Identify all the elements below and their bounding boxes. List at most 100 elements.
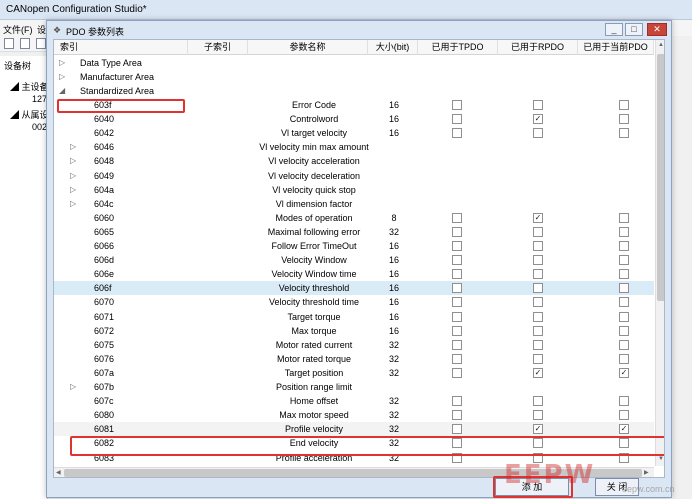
rpdo-checkbox[interactable] bbox=[533, 226, 543, 237]
tpdo-checkbox[interactable] bbox=[452, 212, 462, 223]
tpdo-checkbox[interactable] bbox=[452, 297, 462, 308]
rpdo-checkbox[interactable] bbox=[533, 283, 543, 294]
table-row[interactable]: 6076 Motor rated torque 32 bbox=[54, 352, 654, 366]
tpdo-checkbox[interactable] bbox=[452, 241, 462, 251]
table-row[interactable]: 6071 Target torque 16 bbox=[54, 310, 654, 324]
column-header-index[interactable]: 索引 bbox=[54, 40, 188, 55]
table-row[interactable]: ▷ 604a Vl velocity quick stop bbox=[54, 183, 654, 197]
tpdo-checkbox[interactable] bbox=[452, 438, 462, 449]
column-header-size[interactable]: 大小(bit) bbox=[368, 40, 418, 55]
expand-arrow-icon[interactable]: ▷ bbox=[59, 56, 65, 70]
open-folder-icon[interactable] bbox=[20, 38, 30, 49]
rpdo-checkbox[interactable] bbox=[533, 255, 543, 266]
expand-arrow-icon[interactable]: ▷ bbox=[59, 70, 65, 84]
current-pdo-checkbox[interactable] bbox=[619, 114, 629, 125]
column-header-subindex[interactable]: 子索引 bbox=[188, 40, 248, 55]
tpdo-checkbox[interactable] bbox=[452, 283, 462, 294]
scroll-down-arrow-icon[interactable]: ▼ bbox=[658, 456, 664, 462]
tpdo-checkbox[interactable] bbox=[452, 396, 462, 407]
rpdo-checkbox[interactable]: ✓ bbox=[533, 114, 543, 125]
column-header-current-pdo[interactable]: 已用于当前PDO bbox=[578, 40, 654, 55]
collapse-arrow-icon[interactable]: ◢ bbox=[59, 84, 65, 98]
vertical-scroll-thumb[interactable] bbox=[657, 54, 664, 301]
expand-arrow-icon[interactable]: ▷ bbox=[70, 183, 76, 197]
current-pdo-checkbox[interactable] bbox=[619, 255, 629, 266]
table-row[interactable]: ▷ 604c Vl dimension factor bbox=[54, 197, 654, 211]
table-row[interactable]: 6060 Modes of operation 8 ✓ bbox=[54, 211, 654, 225]
table-row[interactable]: 6080 Max motor speed 32 bbox=[54, 408, 654, 422]
current-pdo-checkbox[interactable] bbox=[619, 241, 629, 251]
close-window-button[interactable]: ✕ bbox=[647, 23, 667, 36]
rpdo-checkbox[interactable] bbox=[533, 128, 543, 139]
rpdo-checkbox[interactable] bbox=[533, 241, 543, 251]
menu-settings[interactable]: 设 bbox=[37, 23, 46, 36]
tpdo-checkbox[interactable] bbox=[452, 424, 462, 435]
table-row[interactable]: 6040 Controlword 16 ✓ bbox=[54, 112, 654, 126]
horizontal-scroll-thumb[interactable] bbox=[64, 469, 642, 477]
current-pdo-checkbox[interactable]: ✓ bbox=[619, 424, 629, 435]
table-row[interactable]: 607a Target position 32 ✓ ✓ bbox=[54, 366, 654, 380]
scroll-up-arrow-icon[interactable]: ▲ bbox=[658, 42, 664, 48]
rpdo-checkbox[interactable] bbox=[533, 269, 543, 280]
group-row-data-type[interactable]: ▷ Data Type Area bbox=[54, 56, 654, 70]
table-row[interactable]: ▷ 6048 Vl velocity acceleration bbox=[54, 154, 654, 168]
tpdo-checkbox[interactable] bbox=[452, 353, 462, 364]
tpdo-checkbox[interactable] bbox=[452, 255, 462, 266]
rpdo-checkbox[interactable] bbox=[533, 353, 543, 364]
rpdo-checkbox[interactable] bbox=[533, 100, 543, 110]
table-row[interactable]: 6042 Vl target velocity 16 bbox=[54, 126, 654, 140]
rpdo-checkbox[interactable] bbox=[533, 311, 543, 322]
current-pdo-checkbox[interactable] bbox=[619, 100, 629, 110]
column-header-tpdo[interactable]: 已用于TPDO bbox=[418, 40, 498, 55]
current-pdo-checkbox[interactable] bbox=[619, 353, 629, 364]
horizontal-scrollbar[interactable]: ◀ ▶ bbox=[54, 467, 654, 477]
current-pdo-checkbox[interactable] bbox=[619, 325, 629, 336]
column-header-name[interactable]: 参数名称 bbox=[248, 40, 368, 55]
current-pdo-checkbox[interactable] bbox=[619, 311, 629, 322]
table-row[interactable]: 606e Velocity Window time 16 bbox=[54, 267, 654, 281]
current-pdo-checkbox[interactable]: ✓ bbox=[619, 367, 629, 378]
current-pdo-checkbox[interactable] bbox=[619, 212, 629, 223]
table-row[interactable]: 6065 Maximal following error 32 bbox=[54, 225, 654, 239]
current-pdo-checkbox[interactable] bbox=[619, 128, 629, 139]
tree-item-master[interactable]: ◢ 主设备 bbox=[10, 80, 49, 93]
tree-item-slave-child[interactable]: 002 bbox=[32, 122, 47, 132]
maximize-button[interactable]: □ bbox=[625, 23, 643, 36]
new-file-icon[interactable] bbox=[4, 38, 14, 49]
add-button[interactable]: 添 加 bbox=[495, 478, 569, 496]
save-icon[interactable] bbox=[36, 38, 46, 49]
rpdo-checkbox[interactable] bbox=[533, 297, 543, 308]
expand-arrow-icon[interactable]: ▷ bbox=[70, 154, 76, 168]
table-row[interactable]: ▷ 6049 Vl velocity deceleration bbox=[54, 169, 654, 183]
tree-item-master-child[interactable]: 127 bbox=[32, 94, 47, 104]
menu-file[interactable]: 文件(F) bbox=[3, 23, 33, 36]
table-row[interactable]: 607c Home offset 32 bbox=[54, 394, 654, 408]
group-row-standardized[interactable]: ◢ Standardized Area bbox=[54, 84, 654, 98]
tpdo-checkbox[interactable] bbox=[452, 452, 462, 463]
tpdo-checkbox[interactable] bbox=[452, 100, 462, 110]
table-row[interactable]: 603f Error Code 16 bbox=[54, 98, 654, 112]
minimize-button[interactable]: _ bbox=[605, 23, 623, 36]
table-row[interactable]: ▷ 6046 Vl velocity min max amount bbox=[54, 140, 654, 154]
tpdo-checkbox[interactable] bbox=[452, 410, 462, 421]
current-pdo-checkbox[interactable] bbox=[619, 339, 629, 350]
tpdo-checkbox[interactable] bbox=[452, 226, 462, 237]
table-row[interactable]: 6075 Motor rated current 32 bbox=[54, 338, 654, 352]
expand-arrow-icon[interactable]: ▷ bbox=[70, 380, 76, 394]
table-row[interactable]: 6083 Profile acceleration 32 bbox=[54, 451, 654, 465]
current-pdo-checkbox[interactable] bbox=[619, 410, 629, 421]
group-row-manufacturer[interactable]: ▷ Manufacturer Area bbox=[54, 70, 654, 84]
rpdo-checkbox[interactable] bbox=[533, 325, 543, 336]
tpdo-checkbox[interactable] bbox=[452, 311, 462, 322]
close-button[interactable]: 关 闭 bbox=[595, 478, 639, 496]
scroll-right-arrow-icon[interactable]: ▶ bbox=[644, 469, 649, 476]
current-pdo-checkbox[interactable] bbox=[619, 269, 629, 280]
rpdo-checkbox[interactable]: ✓ bbox=[533, 367, 543, 378]
table-row[interactable]: 6070 Velocity threshold time 16 bbox=[54, 295, 654, 309]
tpdo-checkbox[interactable] bbox=[452, 325, 462, 336]
column-header-rpdo[interactable]: 已用于RPDO bbox=[498, 40, 578, 55]
current-pdo-checkbox[interactable] bbox=[619, 226, 629, 237]
tpdo-checkbox[interactable] bbox=[452, 339, 462, 350]
vertical-scrollbar[interactable]: ▲ ▼ bbox=[655, 40, 664, 466]
tpdo-checkbox[interactable] bbox=[452, 367, 462, 378]
